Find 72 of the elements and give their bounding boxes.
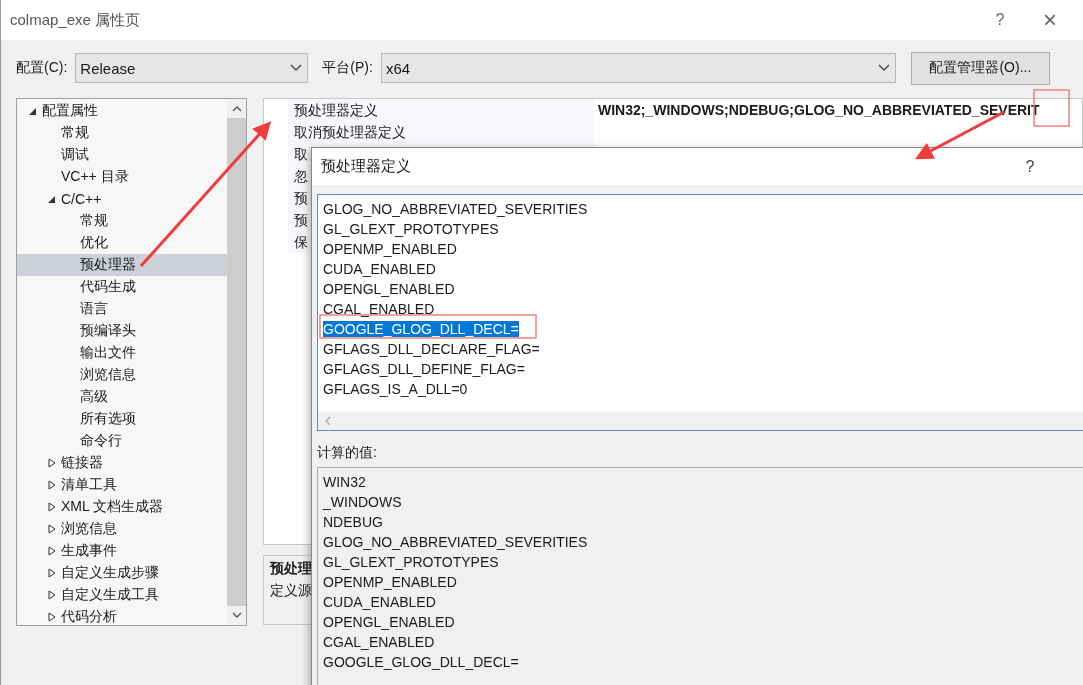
scrollbar[interactable] xyxy=(318,412,1083,430)
computed-value-line: OPENGL_ENABLED xyxy=(323,614,455,630)
definition-line: CGAL_ENABLED xyxy=(323,301,435,317)
tree-item[interactable]: 生成事件 xyxy=(17,540,227,562)
chevron-down-icon[interactable] xyxy=(231,612,242,619)
tree-item[interactable]: 浏览信息 xyxy=(17,518,227,540)
expanded-triangle-icon xyxy=(47,194,56,204)
computed-value-line: CUDA_ENABLED xyxy=(323,594,436,610)
chevron-up-icon[interactable] xyxy=(231,105,242,112)
tree-item[interactable]: 调试 xyxy=(17,144,227,166)
definition-line: OPENGL_ENABLED xyxy=(323,281,455,297)
collapsed-triangle-icon xyxy=(47,502,56,512)
description-text: 定义源 xyxy=(270,582,312,600)
tree-item[interactable]: 自定义生成工具 xyxy=(17,584,227,606)
tree-item[interactable]: C/C++ xyxy=(17,188,227,210)
computed-value-line: NDEBUG xyxy=(323,514,383,530)
tree-item[interactable]: 预编译头 xyxy=(17,320,227,342)
collapsed-triangle-icon xyxy=(47,590,56,600)
platform-label: 平台(P): xyxy=(322,59,373,77)
chevron-left-icon[interactable] xyxy=(324,416,331,426)
definition-line: GFLAGS_DLL_DECLARE_FLAG= xyxy=(323,341,540,357)
property-name: 取消预处理器定义 xyxy=(288,121,594,143)
config-dropdown[interactable]: Release xyxy=(75,53,309,83)
collapsed-triangle-icon xyxy=(47,612,56,622)
property-name: 预处理器定义 xyxy=(288,99,594,121)
tree-item[interactable]: 配置属性 xyxy=(17,100,227,122)
tree-item[interactable]: 常规 xyxy=(17,210,227,232)
computed-value-line: WIN32 xyxy=(323,474,366,490)
help-button[interactable]: ? xyxy=(1020,157,1040,176)
computed-value-line: GL_GLEXT_PROTOTYPES xyxy=(323,554,499,570)
expanded-triangle-icon xyxy=(28,106,37,116)
computed-value-line: _WINDOWS xyxy=(323,494,402,510)
tree-item[interactable]: 输出文件 xyxy=(17,342,227,364)
collapsed-triangle-icon xyxy=(47,546,56,556)
computed-values-label: 计算的值: xyxy=(317,444,378,462)
help-button[interactable]: ? xyxy=(975,11,1025,29)
window-title: colmap_exe 属性页 xyxy=(10,10,142,30)
tree-item[interactable]: 常规 xyxy=(17,122,227,144)
tree-item[interactable]: 语言 xyxy=(17,298,227,320)
computed-value-line: CGAL_ENABLED xyxy=(323,634,435,650)
tree-item[interactable]: 优化 xyxy=(17,232,227,254)
description-title: 预处理 xyxy=(270,560,312,578)
tree-item[interactable]: 预处理器 xyxy=(17,254,227,276)
tree-item[interactable]: 自定义生成步骤 xyxy=(17,562,227,584)
config-label: 配置(C): xyxy=(16,59,68,77)
collapsed-triangle-icon xyxy=(47,524,56,534)
collapsed-triangle-icon xyxy=(47,568,56,578)
chevron-down-icon xyxy=(877,64,890,72)
platform-dropdown[interactable]: x64 xyxy=(380,53,896,83)
definition-line: GFLAGS_DLL_DEFINE_FLAG= xyxy=(323,361,525,377)
tree-item[interactable]: 所有选项 xyxy=(17,408,227,430)
close-button[interactable]: × xyxy=(1025,6,1075,34)
tree-item[interactable]: 浏览信息 xyxy=(17,364,227,386)
computed-value-line: GOOGLE_GLOG_DLL_DECL= xyxy=(323,654,519,670)
tree-item[interactable]: VC++ 目录 xyxy=(17,166,227,188)
definitions-field[interactable]: GLOG_NO_ABBREVIATED_SEVERITIES GL_GLEXT_PROTOTYPES OPENMP_ENABLED CUDA_ENABLED OPENGL_ENABLED CGAL_ENABLED GOOGLE_GLOG_DLL_DECL= GFLAGS_DLL_DECLARE_FLAG= GFLAGS_DLL_DEFINE_FLAG= GFLAGS_IS_A_DLL=0 xyxy=(317,194,1083,431)
tree-item[interactable]: 清单工具 xyxy=(17,474,227,496)
definition-line: GFLAGS_IS_A_DLL=0 xyxy=(323,381,468,397)
tree-item[interactable]: 链接器 xyxy=(17,452,227,474)
tree-item[interactable]: 命令行 xyxy=(17,430,227,452)
tree-item[interactable]: 代码生成 xyxy=(17,276,227,298)
definition-line: CUDA_ENABLED xyxy=(323,261,436,277)
collapsed-triangle-icon xyxy=(47,480,56,490)
tree-item[interactable]: XML 文档生成器 xyxy=(17,496,227,518)
computed-value-line: OPENMP_ENABLED xyxy=(323,574,457,590)
tree-item[interactable]: 代码分析 xyxy=(17,606,227,625)
tree-item[interactable]: 高级 xyxy=(17,386,227,408)
property-value[interactable]: WIN32;_WINDOWS;NDEBUG;GLOG_NO_ABBREVIATED_SEVERIT xyxy=(594,102,1040,118)
collapsed-triangle-icon xyxy=(47,458,56,468)
config-manager-button[interactable]: 配置管理器(O)... xyxy=(910,51,1050,85)
computed-value-line: GLOG_NO_ABBREVIATED_SEVERITIES xyxy=(323,534,588,550)
chevron-down-icon xyxy=(290,64,303,72)
